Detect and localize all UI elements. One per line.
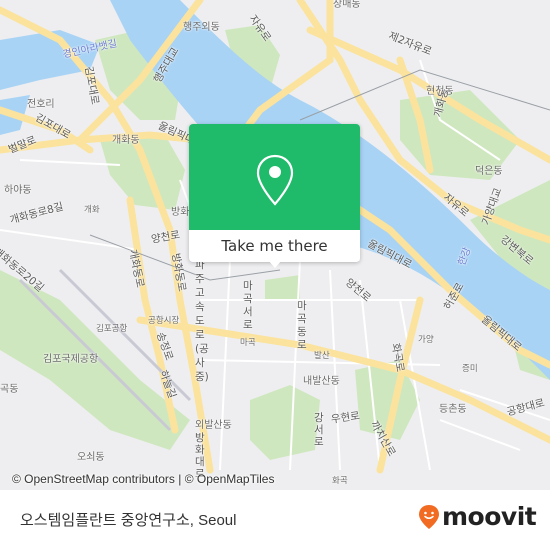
map-label: 마곡 — [240, 338, 256, 348]
brand-name: moovit — [442, 502, 537, 531]
location-popup: Take me there — [189, 124, 360, 268]
map-attribution[interactable]: © OpenStreetMap contributors | © OpenMap… — [12, 472, 274, 486]
take-me-there-button[interactable]: Take me there — [189, 230, 360, 262]
popup-header — [189, 124, 360, 230]
map-label: 김포공항 — [96, 324, 128, 334]
map-label: 오쇠동 — [77, 452, 105, 463]
map-label: 화곡 — [332, 476, 348, 486]
map-label: 개화 — [84, 205, 100, 215]
map-label: 공항시장 — [148, 316, 180, 326]
map-label: 마곡서로 — [243, 280, 253, 331]
map-label: 장매동 — [333, 0, 361, 10]
map-label: 하야동 — [4, 185, 32, 196]
map-label: 방화 — [171, 207, 190, 218]
map-label: 행주외동 — [183, 22, 220, 33]
map-label: 곡동 — [0, 384, 19, 395]
map-pin-icon — [256, 154, 294, 206]
map-label: 마곡동로 — [297, 300, 307, 351]
place-name: 오스템임플란트 중앙연구소, Seoul — [20, 512, 237, 529]
map-label: 김포국제공항 — [43, 354, 99, 365]
footer-bar: 오스템임플란트 중앙연구소, Seoul moovit — [0, 490, 550, 550]
map-label: 강서로 — [314, 412, 324, 448]
map-label: 덕은동 — [475, 166, 503, 177]
map-label: 내발산동 — [303, 376, 340, 387]
map-label: 증미 — [462, 364, 478, 374]
popup-pointer — [268, 260, 282, 268]
map-label: 외발산동 — [195, 420, 232, 431]
map-canvas[interactable]: 행주외동 자유로 장매동 제2자유로 경인아라뱃길 김포대로 행주대교 전호리 … — [0, 0, 550, 490]
moovit-logo: moovit — [418, 502, 537, 531]
map-label: 가양 — [418, 335, 434, 345]
moovit-pin-icon — [419, 504, 439, 529]
map-label: 파주고속도로 (공사중) — [195, 259, 209, 383]
map-label: 등촌동 — [439, 404, 467, 415]
map-label: 개화동 — [112, 135, 140, 146]
map-label: 전호리 — [27, 99, 55, 110]
map-label: 발산 — [314, 351, 330, 361]
